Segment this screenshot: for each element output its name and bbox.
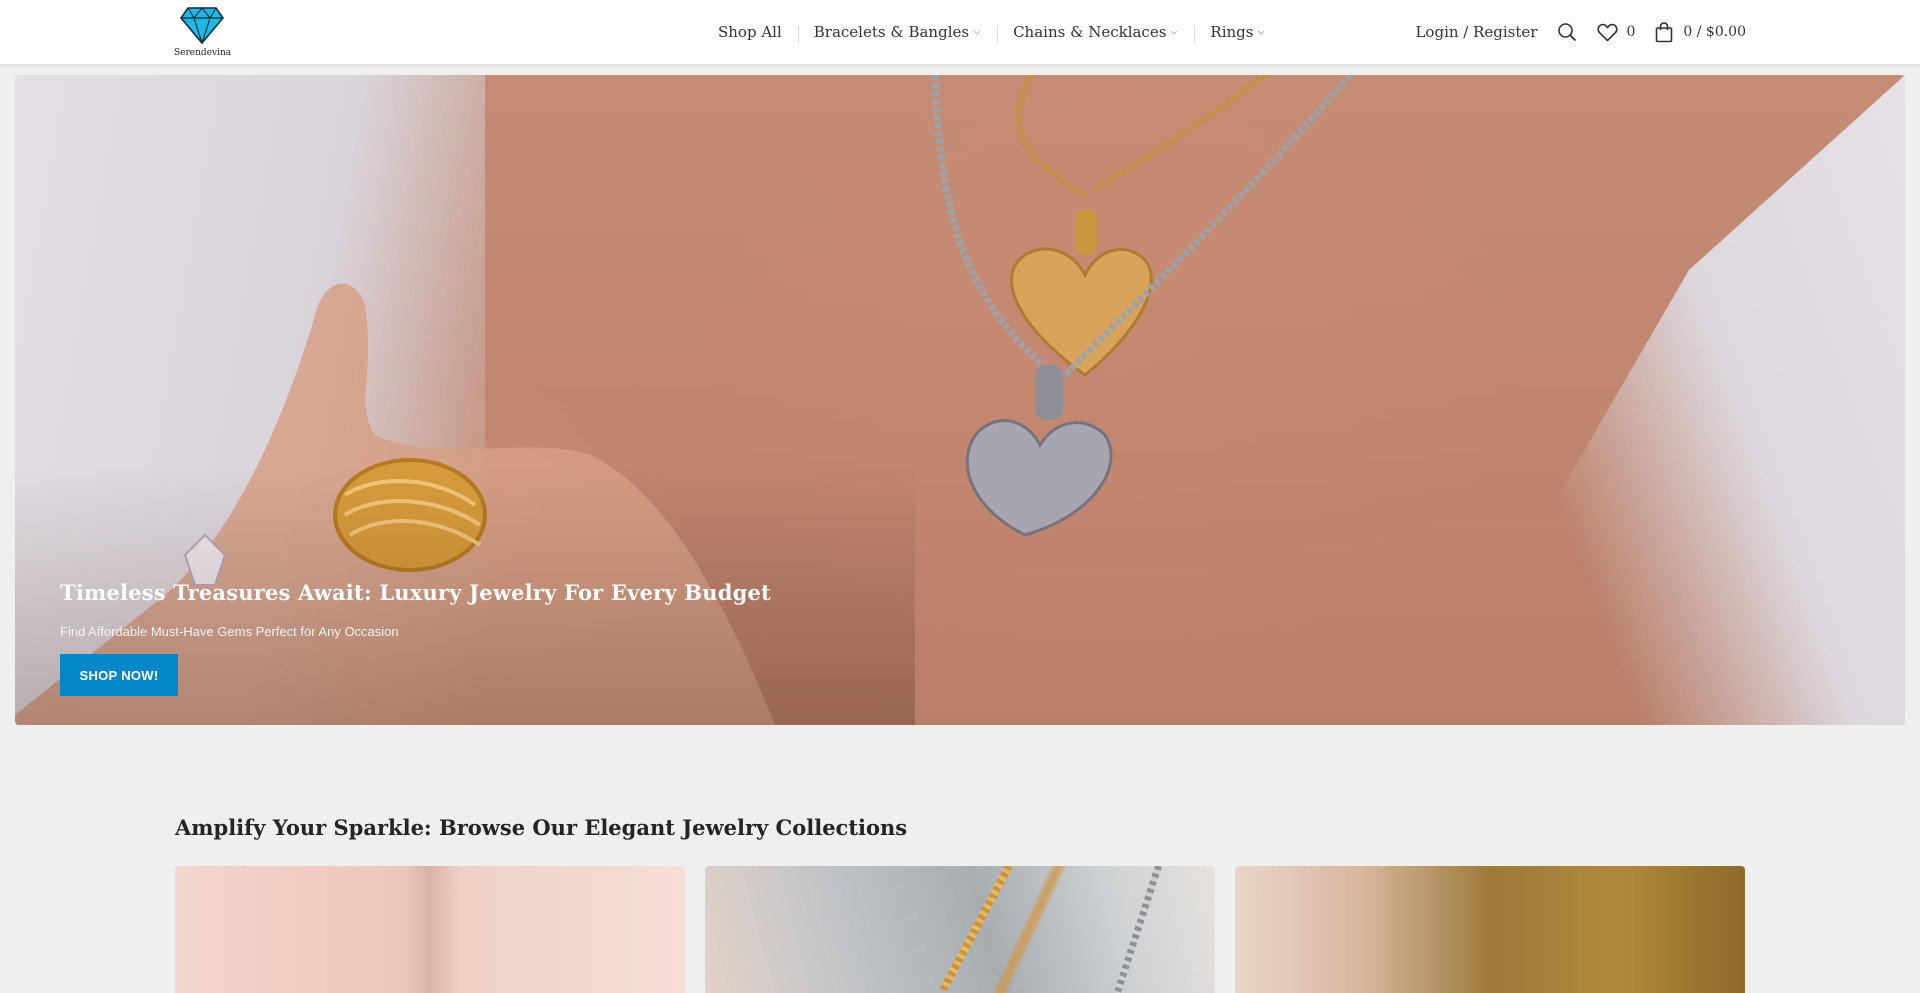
main-nav: Shop All Bracelets & Bangles Chains & Ne… [702,0,1281,64]
wishlist-count: 0 [1626,24,1636,40]
cart-button[interactable]: 0 / $0.00 [1655,21,1746,43]
shopping-bag-icon [1656,21,1673,42]
nav-bracelets-bangles[interactable]: Bracelets & Bangles [797,23,997,43]
brand-name: Serendevina [174,48,232,58]
site-logo[interactable]: Serendevina [174,6,232,60]
chevron-down-icon [1258,30,1265,35]
collections-title: Amplify Your Sparkle: Browse Our Elegant… [175,815,908,840]
nav-label: Bracelets & Bangles [813,23,970,41]
nav-label: Chains & Necklaces [1013,23,1167,41]
collection-card[interactable] [175,866,685,993]
login-register-link[interactable]: Login / Register [1415,23,1537,41]
site-header: Serendevina Shop All Bracelets & Bangles… [0,0,1920,64]
hero-subtitle: Find Affordable Must-Have Gems Perfect f… [60,624,399,639]
search-icon [1558,23,1577,42]
nav-rings[interactable]: Rings [1194,23,1281,43]
search-button[interactable] [1557,22,1577,42]
card-image-detail [939,866,1013,992]
collection-card[interactable] [1235,866,1745,993]
heart-icon [1597,23,1619,41]
diamond-icon [180,7,224,44]
nav-label: Rings [1210,23,1254,41]
cart-summary: 0 / $0.00 [1683,24,1746,40]
collection-card[interactable] [705,866,1215,993]
chevron-down-icon [1171,30,1178,35]
hero-banner: Timeless Treasures Await: Luxury Jewelry… [15,75,1905,725]
wishlist-button[interactable]: 0 [1597,23,1635,42]
hero-title: Timeless Treasures Await: Luxury Jewelry… [60,580,771,605]
nav-chains-necklaces[interactable]: Chains & Necklaces [997,23,1194,43]
card-image-detail [1111,866,1162,993]
collection-cards [175,866,1745,993]
nav-label: Shop All [718,23,782,41]
chevron-down-icon [973,30,981,35]
header-tools: Login / Register 0 0 / $0.00 [1415,0,1746,64]
nav-shop-all[interactable]: Shop All [702,23,798,41]
shop-now-button[interactable]: SHOP NOW! [60,654,178,696]
